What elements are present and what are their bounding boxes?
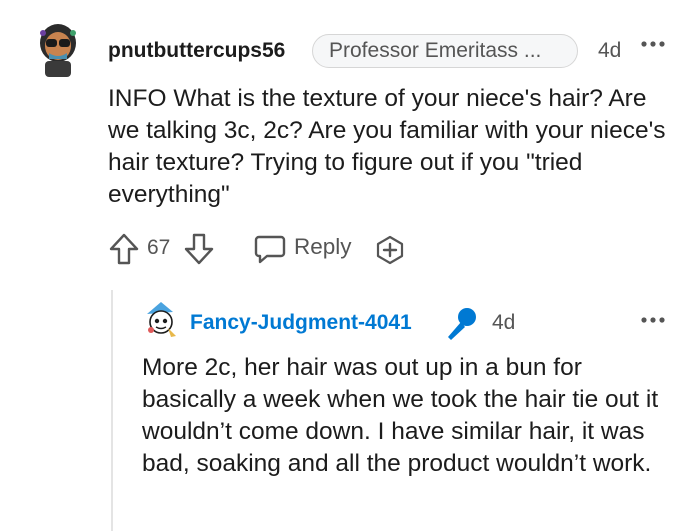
user-avatar[interactable] <box>143 300 179 340</box>
comment-actions: 67 Reply <box>108 232 408 266</box>
more-options-icon[interactable] <box>641 37 665 51</box>
award-icon[interactable] <box>375 235 405 265</box>
comment-body: INFO What is the texture of your niece's… <box>108 85 666 208</box>
upvote-icon[interactable] <box>108 232 140 266</box>
microphone-icon <box>444 306 478 342</box>
reply-author[interactable]: Fancy-Judgment-4041 <box>190 311 412 335</box>
reply-body: More 2c, her hair was out up in a bun fo… <box>142 354 659 477</box>
comment-timestamp: 4d <box>598 39 622 62</box>
user-flair: Professor Emeritass ... <box>312 34 578 68</box>
thread-line[interactable] <box>111 290 113 531</box>
reply-button[interactable]: Reply <box>294 234 352 260</box>
reply-timestamp: 4d <box>492 311 516 334</box>
comment-author[interactable]: pnutbuttercups56 <box>108 39 285 63</box>
more-options-icon[interactable] <box>641 313 665 327</box>
user-avatar[interactable] <box>33 21 83 79</box>
vote-score: 67 <box>147 236 171 259</box>
reply-icon[interactable] <box>253 234 287 264</box>
downvote-icon[interactable] <box>183 232 215 266</box>
